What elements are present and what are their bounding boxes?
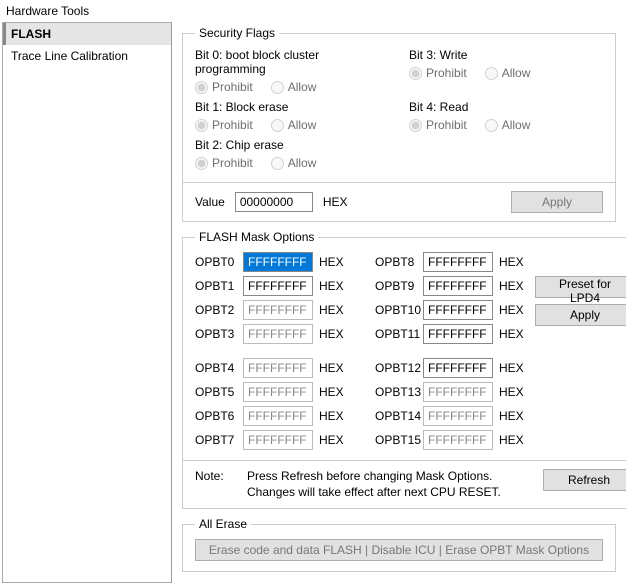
all-erase-button[interactable]: Erase code and data FLASH | Disable ICU … <box>195 539 603 561</box>
opbt-input-7 <box>243 430 313 450</box>
opbt-hex-2: HEX <box>319 303 345 317</box>
opbt-input-10[interactable] <box>423 300 493 320</box>
opbt-label-12: OPBT12 <box>375 361 417 375</box>
opbt-input-0[interactable] <box>243 252 313 272</box>
opbt-input-9[interactable] <box>423 276 493 296</box>
opbt-input-14 <box>423 406 493 426</box>
mask-apply-button[interactable]: Apply <box>535 304 626 326</box>
sidebar: FLASH Trace Line Calibration <box>2 22 172 583</box>
opbt-hex-8: HEX <box>499 255 525 269</box>
bit0-title: Bit 0: boot block cluster programming <box>195 48 389 76</box>
sec-value-input[interactable] <box>235 192 313 212</box>
opbt-hex-11: HEX <box>499 327 525 341</box>
refresh-button[interactable]: Refresh <box>543 469 626 491</box>
opbt-label-2: OPBT2 <box>195 303 237 317</box>
bit2-prohibit[interactable]: Prohibit <box>195 156 253 170</box>
opbt-input-3 <box>243 324 313 344</box>
opbt-hex-4: HEX <box>319 361 345 375</box>
opbt-label-6: OPBT6 <box>195 409 237 423</box>
opbt-label-3: OPBT3 <box>195 327 237 341</box>
opbt-input-13 <box>423 382 493 402</box>
sec-value-hex: HEX <box>323 195 348 209</box>
bit0-allow[interactable]: Allow <box>271 80 317 94</box>
opbt-hex-14: HEX <box>499 409 525 423</box>
opbt-hex-3: HEX <box>319 327 345 341</box>
bit3-prohibit[interactable]: Prohibit <box>409 66 467 80</box>
security-flags-legend: Security Flags <box>195 26 279 40</box>
opbt-hex-12: HEX <box>499 361 525 375</box>
opbt-input-12[interactable] <box>423 358 493 378</box>
content-panel: Security Flags Bit 0: boot block cluster… <box>172 22 626 583</box>
sec-value-label: Value <box>195 195 225 209</box>
all-erase-group: All Erase Erase code and data FLASH | Di… <box>182 517 616 572</box>
opbt-hex-13: HEX <box>499 385 525 399</box>
opbt-hex-0: HEX <box>319 255 345 269</box>
opbt-hex-6: HEX <box>319 409 345 423</box>
opbt-label-5: OPBT5 <box>195 385 237 399</box>
opbt-label-14: OPBT14 <box>375 409 417 423</box>
sidebar-item-trace-line-calibration[interactable]: Trace Line Calibration <box>3 45 171 67</box>
opbt-label-1: OPBT1 <box>195 279 237 293</box>
opbt-label-9: OPBT9 <box>375 279 417 293</box>
opbt-label-0: OPBT0 <box>195 255 237 269</box>
note-text: Press Refresh before changing Mask Optio… <box>247 469 531 500</box>
bit3-title: Bit 3: Write <box>409 48 603 62</box>
opbt-label-8: OPBT8 <box>375 255 417 269</box>
preset-lpd4-button[interactable]: Preset for LPD4 <box>535 276 626 298</box>
opbt-hex-9: HEX <box>499 279 525 293</box>
mask-options-legend: FLASH Mask Options <box>195 230 318 244</box>
opbt-label-7: OPBT7 <box>195 433 237 447</box>
bit1-title: Bit 1: Block erase <box>195 100 389 114</box>
mask-grid: OPBT0 HEX OPBT8 HEX OPBT1 HEX OPBT9 HEX OPBT2 HEX… <box>195 252 525 450</box>
note-label: Note: <box>195 469 235 483</box>
bit1-allow[interactable]: Allow <box>271 118 317 132</box>
mask-options-group: FLASH Mask Options OPBT0 HEX OPBT8 HEX OPBT1… <box>182 230 626 509</box>
opbt-hex-7: HEX <box>319 433 345 447</box>
bit4-prohibit[interactable]: Prohibit <box>409 118 467 132</box>
opbt-label-4: OPBT4 <box>195 361 237 375</box>
bit0-prohibit[interactable]: Prohibit <box>195 80 253 94</box>
security-flags-group: Security Flags Bit 0: boot block cluster… <box>182 26 616 222</box>
sec-apply-button[interactable]: Apply <box>511 191 603 213</box>
bit4-allow[interactable]: Allow <box>485 118 531 132</box>
opbt-input-15 <box>423 430 493 450</box>
opbt-hex-10: HEX <box>499 303 525 317</box>
sidebar-item-flash[interactable]: FLASH <box>3 23 171 45</box>
opbt-hex-5: HEX <box>319 385 345 399</box>
opbt-hex-1: HEX <box>319 279 345 293</box>
opbt-input-5 <box>243 382 313 402</box>
opbt-hex-15: HEX <box>499 433 525 447</box>
opbt-label-13: OPBT13 <box>375 385 417 399</box>
opbt-label-15: OPBT15 <box>375 433 417 447</box>
bit2-title: Bit 2: Chip erase <box>195 138 389 152</box>
bit4-title: Bit 4: Read <box>409 100 603 114</box>
opbt-input-8[interactable] <box>423 252 493 272</box>
bit2-allow[interactable]: Allow <box>271 156 317 170</box>
opbt-input-2 <box>243 300 313 320</box>
all-erase-legend: All Erase <box>195 517 251 531</box>
page-title: Hardware Tools <box>0 0 626 22</box>
opbt-input-4 <box>243 358 313 378</box>
opbt-input-11[interactable] <box>423 324 493 344</box>
bit3-allow[interactable]: Allow <box>485 66 531 80</box>
opbt-label-11: OPBT11 <box>375 327 417 341</box>
opbt-input-6 <box>243 406 313 426</box>
bit1-prohibit[interactable]: Prohibit <box>195 118 253 132</box>
opbt-input-1[interactable] <box>243 276 313 296</box>
opbt-label-10: OPBT10 <box>375 303 417 317</box>
